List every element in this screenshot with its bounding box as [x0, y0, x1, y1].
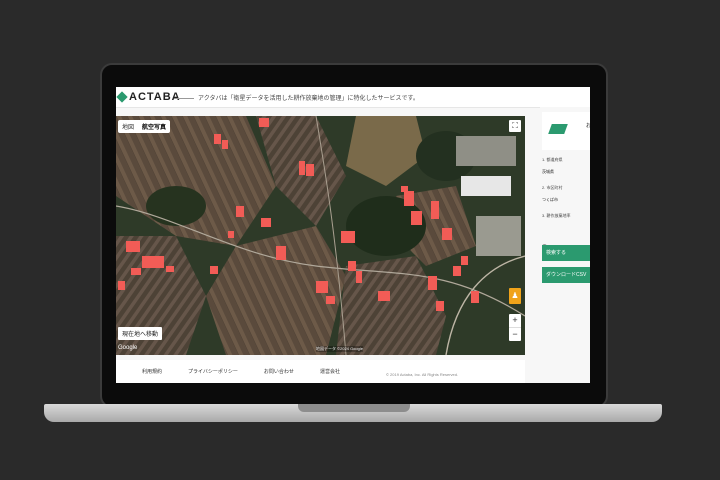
map-attribution[interactable]: 地図データ ©2024 Google: [316, 346, 363, 352]
logo[interactable]: ACTABA: [116, 91, 181, 103]
tab-map[interactable]: 地図: [118, 120, 138, 133]
tab-aerial-photo[interactable]: 航空写真: [138, 120, 170, 133]
google-logo: Google: [118, 345, 138, 351]
zoom-in-button[interactable]: +: [509, 314, 521, 327]
prefecture-label: 1. 都道府県: [542, 157, 563, 162]
side-card: お: [542, 112, 590, 150]
tagline-text: アクタバは「衛星データを活用した耕作放棄地の管理」に特化したサービスです。: [198, 96, 419, 102]
footer: 利用規約 プライバシーポリシー お問い合わせ 運営会社: [116, 360, 525, 383]
side-panel: お 1. 都道府県 茨城県 2. 市区町村 つくば市 3. 耕作放棄地率 検索す…: [540, 107, 590, 383]
logo-text: ACTABA: [129, 91, 181, 103]
download-csv-button[interactable]: ダウンロードCSV: [542, 267, 590, 283]
prefecture-select[interactable]: 茨城県: [542, 169, 554, 175]
copyright: © 2019 Actaba, Inc. All Rights Reserved.: [386, 372, 459, 377]
zoom-control: + −: [509, 314, 521, 341]
city-select[interactable]: つくば市: [542, 197, 558, 203]
search-button[interactable]: 検索する: [542, 245, 590, 261]
city-label: 2. 市区町村: [542, 185, 563, 190]
tagline: アクタバは「衛星データを活用した耕作放棄地の管理」に特化したサービスです。: [174, 93, 419, 102]
pegman-icon[interactable]: ♟: [509, 288, 521, 304]
fullscreen-icon[interactable]: ⛶: [509, 120, 521, 132]
satellite-map[interactable]: 地図 航空写真 ⛶ ♟ + − 現在地へ移動 Google 地図データ ©202…: [116, 116, 525, 355]
laptop-notch: [298, 404, 410, 412]
map-type-tabs: 地図 航空写真: [118, 120, 171, 133]
top-bar: ACTABA アクタバは「衛星データを活用した耕作放棄地の管理」に特化したサービ…: [116, 87, 590, 108]
logo-mark-icon: [116, 91, 128, 103]
map-imagery: [116, 116, 525, 355]
footer-link-terms[interactable]: 利用規約: [142, 368, 162, 375]
screen: ACTABA アクタバは「衛星データを活用した耕作放棄地の管理」に特化したサービ…: [116, 87, 590, 383]
footer-link-privacy[interactable]: プライバシーポリシー: [188, 368, 238, 375]
footer-link-contact[interactable]: お問い合わせ: [264, 368, 294, 375]
divider: [174, 97, 194, 99]
side-corner-text: お: [586, 123, 590, 129]
field-icon: [548, 124, 568, 134]
abandonment-rate-label: 3. 耕作放棄地率: [542, 213, 571, 218]
zoom-out-button[interactable]: −: [509, 328, 521, 341]
footer-link-company[interactable]: 運営会社: [320, 368, 340, 375]
move-to-current-location-button[interactable]: 現在地へ移動: [118, 327, 163, 340]
